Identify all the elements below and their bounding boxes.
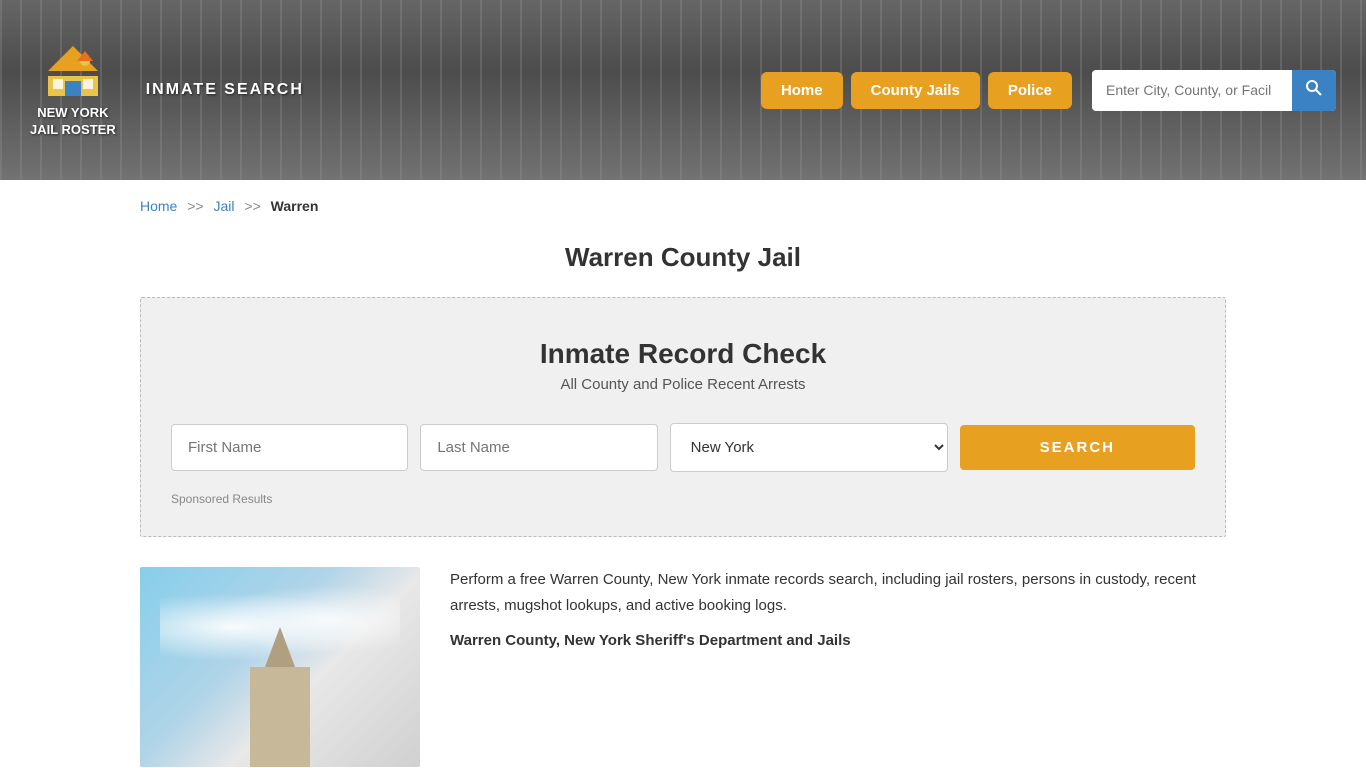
- search-submit-button[interactable]: SEARCH: [960, 425, 1195, 470]
- breadcrumb-sep1: >>: [187, 198, 203, 214]
- breadcrumb-current: Warren: [271, 198, 319, 214]
- breadcrumb-sep2: >>: [244, 198, 260, 214]
- search-icon: [1306, 80, 1322, 96]
- nav-home[interactable]: Home: [761, 72, 843, 109]
- site-header: NEW YORK JAIL ROSTER INMATE SEARCH Home …: [0, 0, 1366, 180]
- logo-icon: [43, 41, 103, 101]
- nav-county-jails[interactable]: County Jails: [851, 72, 980, 109]
- logo-area[interactable]: NEW YORK JAIL ROSTER: [30, 41, 116, 139]
- search-section-title: Inmate Record Check: [171, 338, 1195, 370]
- search-fields: New YorkAlabamaAlaskaArizonaArkansasCali…: [171, 423, 1195, 472]
- header-content: NEW YORK JAIL ROSTER INMATE SEARCH Home …: [0, 41, 1366, 139]
- steeple-icon: [265, 627, 295, 667]
- content-area: Perform a free Warren County, New York i…: [140, 567, 1226, 767]
- header-search: [1092, 70, 1336, 111]
- first-name-input[interactable]: [171, 424, 408, 471]
- content-image: [140, 567, 420, 767]
- header-search-input[interactable]: [1092, 72, 1292, 108]
- breadcrumb-home[interactable]: Home: [140, 198, 177, 214]
- content-description: Perform a free Warren County, New York i…: [450, 567, 1226, 618]
- content-subheading: Warren County, New York Sheriff's Depart…: [450, 628, 1226, 654]
- search-section-subtitle: All County and Police Recent Arrests: [171, 376, 1195, 393]
- inmate-search-label: INMATE SEARCH: [146, 81, 304, 99]
- building-image: [250, 667, 310, 767]
- main-nav: Home County Jails Police: [761, 72, 1072, 109]
- state-select[interactable]: New YorkAlabamaAlaskaArizonaArkansasCali…: [670, 423, 948, 472]
- last-name-input[interactable]: [420, 424, 657, 471]
- breadcrumb: Home >> Jail >> Warren: [0, 180, 1366, 232]
- breadcrumb-jail[interactable]: Jail: [214, 198, 235, 214]
- logo-text: NEW YORK JAIL ROSTER: [30, 105, 116, 139]
- inmate-search-section: Inmate Record Check All County and Polic…: [140, 297, 1226, 537]
- nav-police[interactable]: Police: [988, 72, 1072, 109]
- header-search-button[interactable]: [1292, 70, 1336, 111]
- page-title: Warren County Jail: [0, 242, 1366, 273]
- sponsored-label: Sponsored Results: [171, 492, 1195, 506]
- content-text: Perform a free Warren County, New York i…: [450, 567, 1226, 654]
